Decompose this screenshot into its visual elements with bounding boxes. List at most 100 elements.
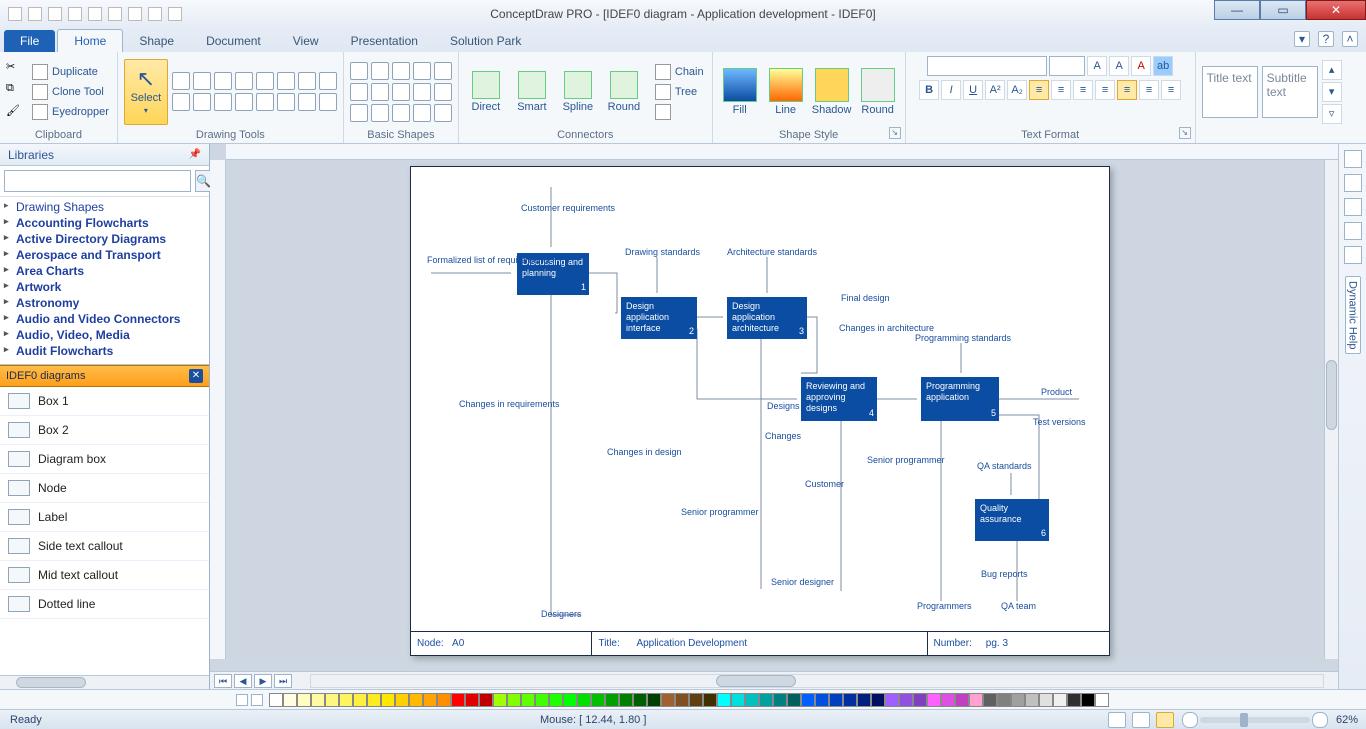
- fit-page-icon[interactable]: [1156, 712, 1174, 728]
- color-swatch[interactable]: [773, 693, 787, 707]
- category-item[interactable]: Aerospace and Transport: [0, 247, 209, 263]
- canvas-hscrollbar[interactable]: [310, 674, 1324, 688]
- hand-tool-icon[interactable]: [1108, 712, 1126, 728]
- superscript-button[interactable]: A²: [985, 80, 1005, 100]
- color-swatch[interactable]: [283, 693, 297, 707]
- pin-icon[interactable]: 📌: [189, 149, 201, 160]
- subscript-button[interactable]: A₂: [1007, 80, 1027, 100]
- color-swatch[interactable]: [899, 693, 913, 707]
- eyedropper-button[interactable]: Eyedropper: [30, 103, 111, 121]
- align-justify-button[interactable]: ≡: [1095, 80, 1115, 100]
- shape-icon[interactable]: [392, 104, 410, 122]
- color-swatch[interactable]: [983, 693, 997, 707]
- align-left-button[interactable]: ≡: [1029, 80, 1049, 100]
- library-category-list[interactable]: Drawing Shapes Accounting Flowcharts Act…: [0, 197, 209, 365]
- category-item[interactable]: Audio and Video Connectors: [0, 311, 209, 327]
- shape-icon[interactable]: [392, 83, 410, 101]
- tool-icon[interactable]: [319, 72, 337, 90]
- color-swatch[interactable]: [577, 693, 591, 707]
- align-right-button[interactable]: ≡: [1073, 80, 1093, 100]
- color-swatch[interactable]: [997, 693, 1011, 707]
- color-swatch[interactable]: [479, 693, 493, 707]
- color-swatch[interactable]: [1011, 693, 1025, 707]
- color-swatch[interactable]: [395, 693, 409, 707]
- align-center-button[interactable]: ≡: [1051, 80, 1071, 100]
- shape-item[interactable]: Label: [0, 503, 209, 532]
- tab-solution-park[interactable]: Solution Park: [434, 30, 537, 52]
- color-swatch[interactable]: [703, 693, 717, 707]
- tool-icon[interactable]: [298, 93, 316, 111]
- cut-icon[interactable]: ✂: [6, 60, 26, 80]
- minimize-button[interactable]: —: [1214, 0, 1260, 20]
- tool-icon[interactable]: [214, 72, 232, 90]
- italic-button[interactable]: I: [941, 80, 961, 100]
- select-button[interactable]: ↖Select▾: [124, 59, 168, 125]
- qat-icon[interactable]: [48, 7, 62, 21]
- sidestrip-icon[interactable]: [1344, 198, 1362, 216]
- valign-bot-button[interactable]: ≡: [1161, 80, 1181, 100]
- tool-icon[interactable]: [214, 93, 232, 111]
- color-swatch[interactable]: [927, 693, 941, 707]
- tab-file[interactable]: File: [4, 30, 55, 52]
- color-swatch[interactable]: [563, 693, 577, 707]
- color-swatch[interactable]: [675, 693, 689, 707]
- color-swatch[interactable]: [717, 693, 731, 707]
- color-swatch[interactable]: [871, 693, 885, 707]
- qat-icon[interactable]: [8, 7, 22, 21]
- tool-icon[interactable]: [256, 93, 274, 111]
- shape-icon[interactable]: [413, 62, 431, 80]
- color-swatch[interactable]: [353, 693, 367, 707]
- subtitle-text-box[interactable]: Subtitle text: [1262, 66, 1318, 118]
- tool-icon[interactable]: [172, 93, 190, 111]
- shape-icon[interactable]: [434, 83, 452, 101]
- shape-icon[interactable]: [350, 104, 368, 122]
- valign-mid-button[interactable]: ≡: [1139, 80, 1159, 100]
- color-swatch[interactable]: [829, 693, 843, 707]
- title-text-box[interactable]: Title text: [1202, 66, 1258, 118]
- shape-icon[interactable]: [371, 83, 389, 101]
- color-swatch[interactable]: [857, 693, 871, 707]
- shape-icon[interactable]: [392, 62, 410, 80]
- font-color-button[interactable]: A: [1131, 56, 1151, 76]
- color-swatch[interactable]: [381, 693, 395, 707]
- color-swatch[interactable]: [325, 693, 339, 707]
- color-swatch[interactable]: [269, 693, 283, 707]
- color-swatch[interactable]: [941, 693, 955, 707]
- color-swatch[interactable]: [1039, 693, 1053, 707]
- fill-button[interactable]: Fill: [719, 68, 761, 116]
- clone-tool-button[interactable]: Clone Tool: [30, 83, 111, 101]
- chain-button[interactable]: Chain: [653, 63, 706, 81]
- bold-button[interactable]: B: [919, 80, 939, 100]
- shape-item[interactable]: Dotted line: [0, 590, 209, 619]
- tree-button[interactable]: Tree: [653, 83, 706, 101]
- text-format-launcher[interactable]: ↘: [1179, 127, 1191, 139]
- color-swatch[interactable]: [451, 693, 465, 707]
- tab-view[interactable]: View: [277, 30, 335, 52]
- category-item[interactable]: Artwork: [0, 279, 209, 295]
- color-swatch[interactable]: [1053, 693, 1067, 707]
- shape-icon[interactable]: [350, 62, 368, 80]
- color-swatch[interactable]: [955, 693, 969, 707]
- qat-icon[interactable]: [108, 7, 122, 21]
- color-swatch[interactable]: [787, 693, 801, 707]
- tool-icon[interactable]: [319, 93, 337, 111]
- diagram-node[interactable]: Reviewing and approving designs4: [801, 377, 877, 421]
- color-swatch[interactable]: [1025, 693, 1039, 707]
- shadow-button[interactable]: Shadow: [811, 68, 853, 116]
- smart-button[interactable]: Smart: [511, 71, 553, 113]
- paste-icon[interactable]: 🖌: [6, 104, 26, 124]
- shape-list[interactable]: Box 1Box 2Diagram boxNodeLabelSide text …: [0, 387, 209, 675]
- category-item[interactable]: Drawing Shapes: [0, 199, 209, 215]
- tool-icon[interactable]: [277, 72, 295, 90]
- color-swatch[interactable]: [535, 693, 549, 707]
- help-icon[interactable]: ?: [1318, 31, 1334, 47]
- tab-nav-last[interactable]: ⏭: [274, 674, 292, 688]
- shape-icon[interactable]: [434, 104, 452, 122]
- maximize-button[interactable]: ▭: [1260, 0, 1306, 20]
- tool-icon[interactable]: [172, 72, 190, 90]
- color-swatch[interactable]: [521, 693, 535, 707]
- shape-icon[interactable]: [413, 83, 431, 101]
- page[interactable]: Discussing and planning1Design applicati…: [410, 166, 1110, 656]
- shape-section-header[interactable]: IDEF0 diagrams ✕: [0, 365, 209, 387]
- tool-icon[interactable]: [235, 93, 253, 111]
